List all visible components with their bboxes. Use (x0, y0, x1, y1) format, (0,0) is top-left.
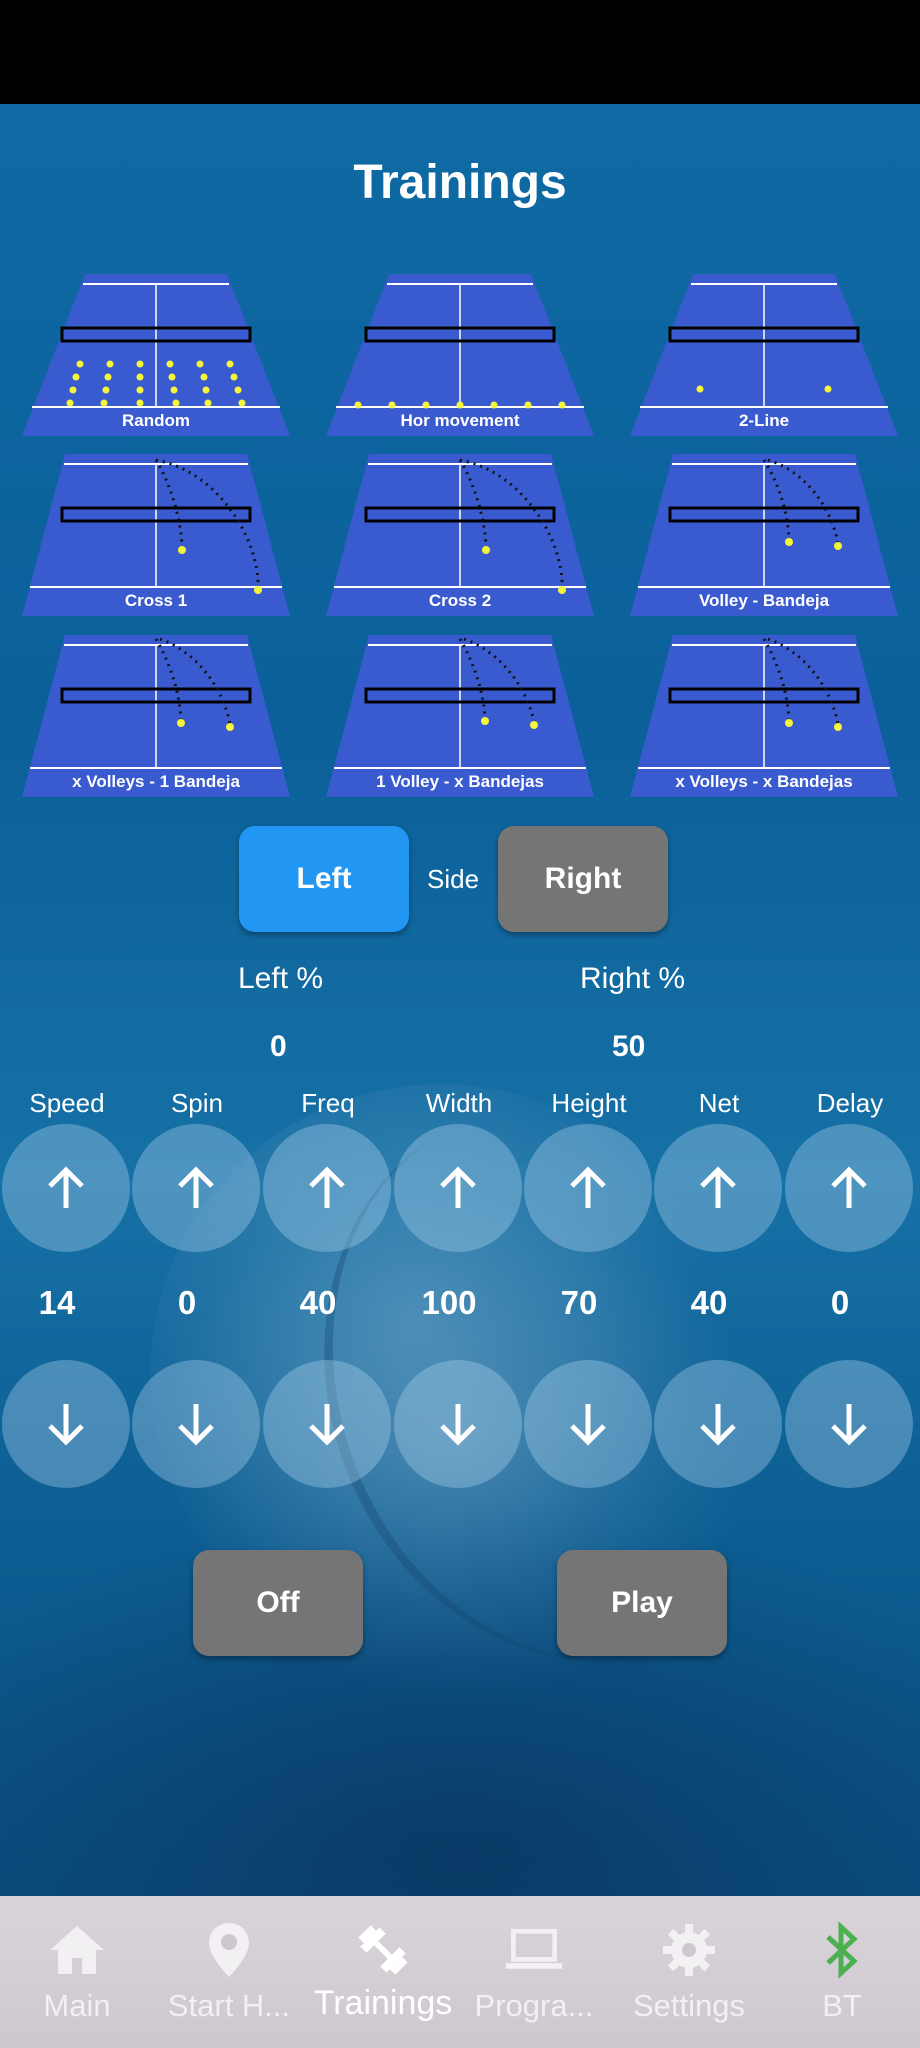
width-down-button[interactable] (394, 1360, 522, 1488)
training-label: Volley - Bandeja (698, 591, 830, 610)
nav-item-main[interactable]: Main (2, 1896, 152, 2048)
control-label: Width (425, 1088, 493, 1118)
training-card-x-volleys-x-bandejas[interactable]: x Volleys - x Bandejas (628, 633, 900, 797)
page-title: Trainings (353, 156, 567, 209)
play-button[interactable]: Play (557, 1550, 727, 1656)
arrow-down-icon (48, 1404, 84, 1446)
right-side-button[interactable]: Right (498, 826, 668, 932)
gear-icon (663, 1924, 715, 1976)
training-card-hor-movement[interactable]: Hor movement (324, 272, 596, 436)
arrow-down-icon (570, 1404, 606, 1446)
speed-up-button[interactable] (2, 1124, 130, 1252)
arrow-down-icon (178, 1404, 214, 1446)
training-label: Cross 2 (428, 591, 492, 610)
freq-up-button[interactable] (263, 1124, 391, 1252)
net-down-button[interactable] (654, 1360, 782, 1488)
speed-down-button[interactable] (2, 1360, 130, 1488)
side-label: Side (427, 864, 480, 894)
arrow-down-icon (309, 1404, 345, 1446)
status-bar (0, 0, 920, 104)
control-value: 100 (421, 1284, 477, 1321)
training-label: Random (122, 411, 190, 430)
control-value: 70 (560, 1284, 598, 1321)
training-card-x-volleys-1-bandeja[interactable]: x Volleys - 1 Bandeja (20, 633, 292, 797)
training-label: 1 Volley - x Bandejas (376, 772, 544, 791)
control-label: Spin (170, 1088, 224, 1118)
arrow-up-icon (440, 1166, 476, 1208)
nav-item-trainings[interactable]: Trainings (308, 1896, 458, 2048)
control-value: 40 (690, 1284, 728, 1321)
training-label: Cross 1 (124, 591, 188, 610)
laptop-icon (505, 1928, 563, 1969)
arrow-down-icon (700, 1404, 736, 1446)
left-percent-label: Left % (238, 962, 324, 995)
dumbbell-icon (358, 1925, 408, 1975)
control-label: Net (698, 1088, 740, 1118)
height-down-button[interactable] (524, 1360, 652, 1488)
control-label: Freq (301, 1088, 355, 1118)
training-label: x Volleys - 1 Bandeja (72, 772, 240, 791)
arrow-up-icon (309, 1166, 345, 1208)
width-up-button[interactable] (394, 1124, 522, 1252)
training-card-2-line[interactable]: 2-Line (628, 272, 900, 436)
control-value: 14 (38, 1284, 76, 1321)
control-value: 0 (177, 1284, 197, 1321)
spin-up-button[interactable] (132, 1124, 260, 1252)
arrow-up-icon (700, 1166, 736, 1208)
left-percent-value: 0 (270, 1030, 287, 1063)
off-button[interactable]: Off (193, 1550, 363, 1656)
training-card-random[interactable]: Random (20, 272, 292, 436)
control-value: 40 (299, 1284, 337, 1321)
control-label: Height (551, 1088, 627, 1118)
location-pin-icon (209, 1923, 249, 1977)
freq-down-button[interactable] (263, 1360, 391, 1488)
training-label: x Volleys - x Bandejas (675, 772, 853, 791)
arrow-up-icon (178, 1166, 214, 1208)
nav-item-settings[interactable]: Settings (614, 1896, 764, 2048)
delay-up-button[interactable] (785, 1124, 913, 1252)
training-card-cross-1[interactable]: Cross 1 (20, 452, 292, 616)
arrow-up-icon (570, 1166, 606, 1208)
height-up-button[interactable] (524, 1124, 652, 1252)
bluetooth-icon (826, 1921, 858, 1979)
delay-down-button[interactable] (785, 1360, 913, 1488)
nav-item-bt[interactable]: BT (767, 1896, 917, 2048)
training-label: Hor movement (400, 411, 520, 430)
control-label: Delay (816, 1088, 884, 1118)
arrow-up-icon (831, 1166, 867, 1208)
training-card-cross-2[interactable]: Cross 2 (324, 452, 596, 616)
training-card-volley-bandeja[interactable]: Volley - Bandeja (628, 452, 900, 616)
bottom-navigation: Main Start H... Trainings Progra... Sett… (0, 1896, 920, 2048)
left-side-button[interactable]: Left (239, 826, 409, 932)
right-percent-value: 50 (612, 1030, 646, 1063)
arrow-down-icon (831, 1404, 867, 1446)
spin-down-button[interactable] (132, 1360, 260, 1488)
arrow-up-icon (48, 1166, 84, 1208)
home-icon (50, 1926, 104, 1974)
nav-item-start-h[interactable]: Start H... (154, 1896, 304, 2048)
control-label: Speed (29, 1088, 105, 1118)
net-up-button[interactable] (654, 1124, 782, 1252)
training-card-1-volley-x-bandejas[interactable]: 1 Volley - x Bandejas (324, 633, 596, 797)
nav-label: BT (822, 1988, 862, 2023)
nav-item-programs[interactable]: Progra... (459, 1896, 609, 2048)
training-label: 2-Line (738, 411, 790, 430)
arrow-down-icon (440, 1404, 476, 1446)
right-percent-label: Right % (580, 962, 686, 995)
control-value: 0 (830, 1284, 850, 1321)
